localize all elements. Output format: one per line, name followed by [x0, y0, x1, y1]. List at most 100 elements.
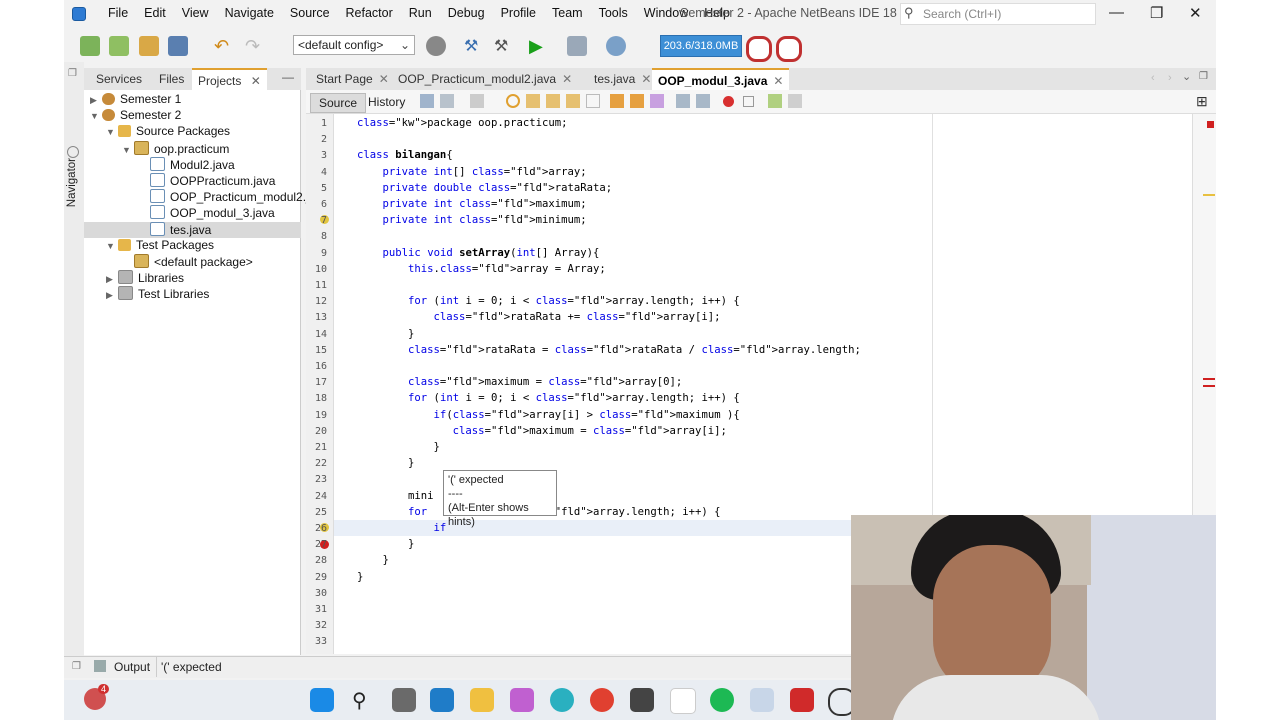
error-mark[interactable] — [1203, 378, 1215, 380]
tab-services[interactable]: Services — [96, 72, 142, 86]
tree-item[interactable]: OOP_Practicum_modul2.java — [84, 189, 328, 205]
new-project-icon[interactable] — [109, 36, 129, 56]
menu-item-tools[interactable]: Tools — [591, 6, 636, 20]
tree-item[interactable]: Modul2.java — [84, 156, 301, 173]
tree-item[interactable]: ▼ Test Packages — [84, 238, 301, 254]
shift-left-icon[interactable] — [676, 94, 690, 108]
tree-item[interactable]: ▶ Semester 1 — [84, 92, 301, 108]
scroll-tabs-left-icon[interactable]: ‹ — [1151, 72, 1155, 84]
profile-icon[interactable] — [606, 36, 626, 56]
task-view-icon[interactable] — [392, 688, 416, 712]
navigator-tab[interactable]: Navigator — [66, 158, 78, 207]
menu-item-view[interactable]: View — [174, 6, 217, 20]
search-icon[interactable]: ⚲ — [352, 688, 376, 712]
tree-item[interactable]: ▼ Semester 2 — [84, 108, 301, 124]
tab-projects[interactable]: Projects ✕ — [192, 68, 267, 92]
windows-start-icon[interactable] — [310, 688, 334, 712]
expand-toggle-icon[interactable]: ▼ — [106, 127, 118, 137]
source-button[interactable]: Source — [310, 93, 367, 113]
tree-item[interactable]: tes.java — [84, 221, 301, 238]
menu-item-navigate[interactable]: Navigate — [217, 6, 282, 20]
comment-icon[interactable] — [768, 94, 782, 108]
expand-toggle-icon[interactable]: ▼ — [122, 145, 134, 155]
gc-icon[interactable] — [746, 36, 772, 62]
snapshot-icon[interactable] — [776, 36, 802, 62]
minimize-panel-icon[interactable]: — — [282, 70, 294, 84]
edge-icon[interactable] — [550, 688, 574, 712]
chrome-icon[interactable] — [590, 688, 614, 712]
restore-icon[interactable]: ❐ — [68, 68, 77, 79]
scroll-tabs-right-icon[interactable]: › — [1168, 72, 1172, 84]
netbeans-taskbar-icon[interactable] — [750, 688, 774, 712]
copilot-icon[interactable] — [510, 688, 534, 712]
close-icon[interactable]: ✕ — [641, 72, 651, 86]
next-bookmark-icon[interactable] — [630, 94, 644, 108]
expand-toggle-icon[interactable]: ▶ — [106, 274, 118, 285]
menu-item-refactor[interactable]: Refactor — [338, 6, 401, 20]
toggle-highlight-icon[interactable] — [586, 94, 600, 108]
previous-bookmark-icon[interactable] — [610, 94, 624, 108]
run-icon[interactable]: ▶ — [529, 36, 549, 56]
warning-mark[interactable] — [1203, 194, 1215, 196]
vscode-icon[interactable] — [430, 688, 454, 712]
restore-icon[interactable]: ❐ — [72, 661, 81, 672]
close-icon[interactable]: ✕ — [251, 74, 261, 88]
split-editor-icon[interactable]: ⊞ — [1196, 93, 1208, 110]
spotify-icon[interactable] — [710, 688, 734, 712]
tree-item[interactable]: ▶ Test Libraries — [84, 286, 301, 302]
chevron-down-icon[interactable]: ⌄ — [1182, 70, 1191, 83]
expand-toggle-icon[interactable]: ▼ — [90, 111, 102, 121]
maximize-editor-icon[interactable]: ❐ — [1199, 71, 1208, 82]
output-tab[interactable]: Output — [114, 660, 150, 674]
config-select[interactable]: <default config> ⌄ — [293, 35, 415, 55]
app-icon[interactable] — [630, 688, 654, 712]
debug-icon[interactable] — [567, 36, 587, 56]
undo-icon[interactable]: ↶ — [214, 36, 234, 56]
tree-item[interactable]: ▶ Libraries — [84, 270, 301, 286]
toggle-bookmark-icon[interactable] — [650, 94, 664, 108]
tree-item[interactable]: <default package> — [84, 254, 301, 270]
new-file-icon[interactable] — [80, 36, 100, 56]
last-edit-icon[interactable] — [420, 94, 434, 108]
history-button[interactable]: History — [360, 93, 413, 111]
save-all-icon[interactable] — [168, 36, 188, 56]
tab-tes-java[interactable]: tes.java ✕ — [588, 68, 657, 90]
clean-build-icon[interactable]: ⚒ — [494, 36, 514, 56]
stop-macro-icon[interactable] — [743, 96, 754, 107]
memory-indicator[interactable]: 203.6/318.0MB — [660, 35, 742, 57]
tab-oop-modul-3[interactable]: OOP_modul_3.java ✕ — [652, 68, 790, 92]
expand-toggle-icon[interactable]: ▼ — [106, 241, 118, 251]
menu-item-profile[interactable]: Profile — [493, 6, 544, 20]
menu-item-edit[interactable]: Edit — [136, 6, 174, 20]
uncomment-icon[interactable] — [788, 94, 802, 108]
tab-start-page[interactable]: Start Page ✕ — [310, 68, 395, 90]
forward-icon[interactable] — [470, 94, 484, 108]
close-button[interactable]: ✕ — [1189, 4, 1202, 22]
tab-files[interactable]: Files — [159, 72, 184, 86]
find-next-icon[interactable] — [546, 94, 560, 108]
search-box[interactable]: ⚲ Search (Ctrl+I) — [900, 3, 1096, 25]
menu-item-team[interactable]: Team — [544, 6, 591, 20]
menu-item-debug[interactable]: Debug — [440, 6, 493, 20]
menu-item-run[interactable]: Run — [401, 6, 440, 20]
menu-item-file[interactable]: File — [100, 6, 136, 20]
tab-oop-practicum-modul2[interactable]: OOP_Practicum_modul2.java ✕ — [392, 68, 578, 90]
shift-right-icon[interactable] — [696, 94, 710, 108]
expand-toggle-icon[interactable]: ▶ — [106, 290, 118, 301]
close-icon[interactable]: ✕ — [379, 72, 389, 86]
globe-icon[interactable] — [426, 36, 446, 56]
tree-item[interactable]: ▼ oop.practicum — [84, 140, 301, 157]
store-icon[interactable] — [670, 688, 696, 714]
maximize-button[interactable]: ❐ — [1150, 4, 1163, 22]
menu-item-source[interactable]: Source — [282, 6, 338, 20]
expand-toggle-icon[interactable]: ▶ — [90, 95, 102, 106]
back-icon[interactable] — [440, 94, 454, 108]
find-selection-icon[interactable] — [566, 94, 580, 108]
open-project-icon[interactable] — [139, 36, 159, 56]
find-icon[interactable] — [506, 94, 520, 108]
minimize-button[interactable]: — — [1109, 4, 1124, 21]
hammer-icon[interactable]: ⚒ — [464, 36, 484, 56]
wps-icon[interactable] — [790, 688, 814, 712]
redo-icon[interactable]: ↷ — [245, 36, 265, 56]
record-macro-icon[interactable] — [723, 96, 734, 107]
